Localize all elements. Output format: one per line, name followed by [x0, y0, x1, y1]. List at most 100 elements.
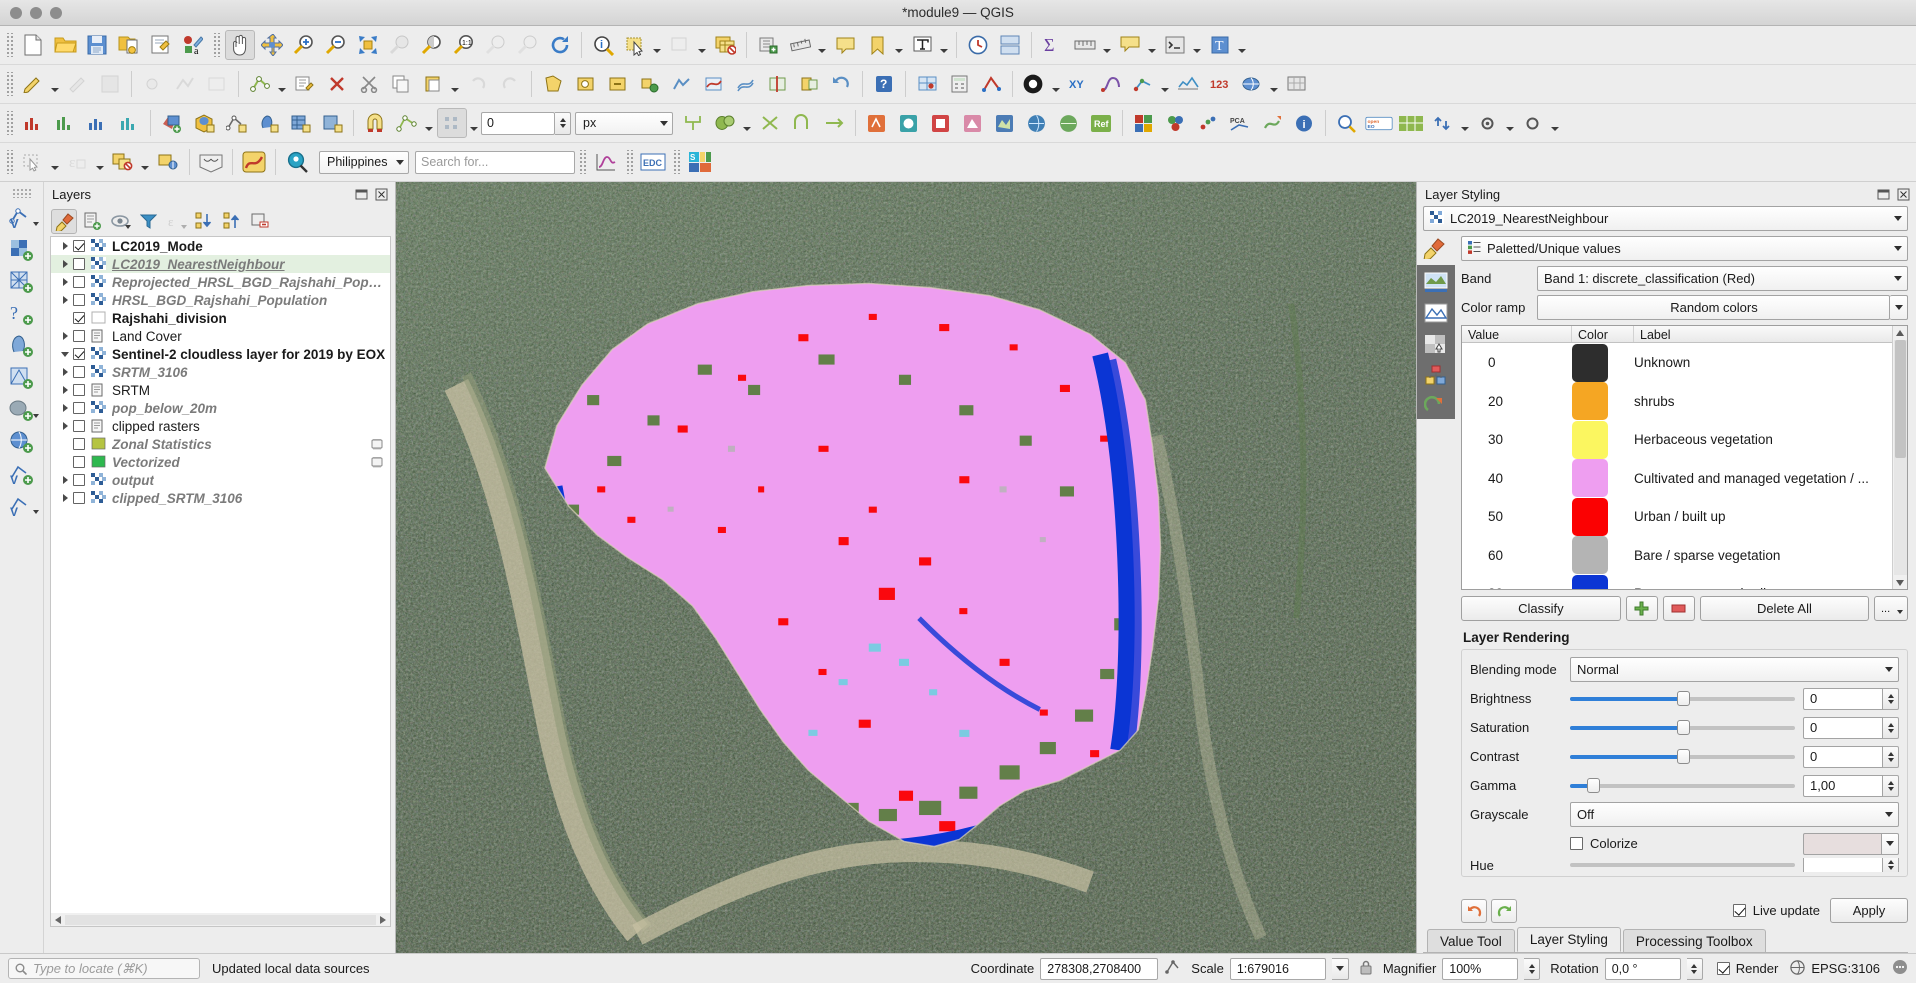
measure-dropdown[interactable] [816, 30, 828, 60]
select-within-icon[interactable] [153, 147, 183, 177]
expand-arrow-icon[interactable] [57, 368, 73, 376]
deselect-dropdown[interactable] [696, 30, 708, 60]
undo-edit-icon[interactable] [463, 69, 493, 99]
snapping-units-combo[interactable]: px [575, 111, 673, 135]
enable-tracing-icon[interactable] [755, 108, 785, 138]
delete-selected-icon[interactable] [322, 69, 352, 99]
contrast-stepper[interactable] [1883, 745, 1899, 768]
plot-tool-icon[interactable] [591, 147, 621, 177]
histogram-cyan-icon[interactable] [114, 108, 144, 138]
plugin-gear-dropdown[interactable] [1504, 108, 1516, 138]
layer-tree-hscrollbar[interactable] [50, 913, 391, 927]
measure-line-icon[interactable] [785, 30, 815, 60]
zoom-to-selection-icon[interactable] [385, 30, 415, 60]
processing-algorithm-badge-icon[interactable] [370, 456, 384, 468]
fill-ring-icon[interactable] [602, 69, 632, 99]
openeo-icon[interactable]: open EO [1364, 108, 1394, 138]
bottom-tab-value-tool[interactable]: Value Tool [1427, 929, 1515, 952]
spline-icon[interactable] [1096, 69, 1126, 99]
save-project-as-icon[interactable] [114, 30, 144, 60]
toolbar-grip[interactable] [5, 150, 14, 174]
window-controls[interactable] [0, 6, 62, 19]
rotate-feature-icon[interactable] [826, 69, 856, 99]
class-label[interactable]: shrubs [1634, 394, 1892, 409]
style-manager-icon[interactable]: a [178, 30, 208, 60]
bottom-panel-tabs[interactable]: Value Tool Layer Styling Processing Toolbo… [1423, 926, 1908, 953]
help-icon[interactable]: ? [869, 69, 899, 99]
vertex-tool-dropdown[interactable] [276, 69, 288, 99]
apply-button[interactable]: Apply [1830, 898, 1908, 923]
trim-extend-icon[interactable] [819, 108, 849, 138]
undock-panel-button[interactable] [354, 187, 369, 202]
offset-curve-icon[interactable] [730, 69, 760, 99]
split-features-icon[interactable] [762, 69, 792, 99]
class-label[interactable]: Permanent water bodies [1634, 586, 1892, 589]
layer-visibility-checkbox[interactable] [73, 258, 85, 270]
histogram-tab-icon[interactable] [1421, 331, 1451, 357]
network-icon[interactable] [1128, 69, 1158, 99]
plugin-updown-icon[interactable] [1428, 108, 1458, 138]
snapping-vertex-dropdown[interactable] [423, 108, 435, 138]
open-layer-styling-panel-button[interactable] [51, 208, 77, 234]
save-layer-edits-icon[interactable] [95, 69, 125, 99]
renderer-type-combo[interactable]: Paletted/Unique values [1461, 236, 1908, 261]
class-value[interactable]: 80 [1462, 586, 1572, 589]
plugin-gear-icon[interactable] [1473, 108, 1503, 138]
layer-visibility-checkbox[interactable] [73, 330, 85, 342]
class-value[interactable]: 20 [1462, 394, 1572, 409]
add-db2-layer-icon[interactable] [5, 394, 39, 425]
add-wms-layer-icon[interactable] [5, 426, 39, 457]
styling-layer-combo[interactable]: LC2019_NearestNeighbour [1423, 206, 1908, 231]
select-rect-dropdown[interactable] [49, 147, 61, 177]
layer-tree-item[interactable]: clipped rasters [51, 417, 390, 435]
maximize-window-button[interactable] [50, 6, 62, 19]
reshape-features-icon[interactable] [698, 69, 728, 99]
layer-tree-item[interactable]: LC2019_NearestNeighbour [51, 255, 390, 273]
refresh-map-icon[interactable] [545, 30, 575, 60]
bottom-tab-processing-toolbox[interactable]: Processing Toolbox [1622, 929, 1766, 952]
shortest-path-icon[interactable] [976, 69, 1006, 99]
zoom-in-icon[interactable] [289, 30, 319, 60]
color-ramp-dropdown[interactable] [1890, 295, 1908, 320]
layer-visibility-checkbox[interactable] [73, 474, 85, 486]
vertex-tool-icon[interactable] [245, 69, 275, 99]
python-console-icon[interactable] [1160, 30, 1190, 60]
text-tool-icon[interactable]: T [1205, 30, 1235, 60]
edc-plugin-icon[interactable]: EDC [638, 147, 668, 177]
class-value[interactable]: 40 [1462, 471, 1572, 486]
filter-legend-expression-button[interactable]: ε [163, 209, 189, 234]
saturation-slider[interactable] [1570, 719, 1795, 737]
magnifier-stepper[interactable] [1524, 957, 1541, 980]
add-polyline-layer-icon[interactable]: V [5, 202, 39, 233]
filter-legend-button[interactable] [135, 209, 161, 234]
crs-globe-icon[interactable] [1790, 959, 1806, 978]
gamma-value[interactable]: 1,00 [1803, 774, 1883, 797]
layer-tree-item[interactable]: Reprojected_HRSL_BGD_Rajshahi_Population [51, 273, 390, 291]
map-tips-icon[interactable] [830, 30, 860, 60]
class-color-swatch[interactable] [1572, 536, 1608, 575]
current-edits-icon[interactable] [18, 69, 48, 99]
curve-red-icon[interactable] [239, 147, 269, 177]
add-wfs-layer-icon[interactable]: V [5, 458, 39, 489]
layer-tree-item[interactable]: Vectorized [51, 453, 390, 471]
toolbar-grip[interactable] [578, 150, 587, 174]
network-dropdown[interactable] [1159, 69, 1171, 99]
class-value[interactable]: 50 [1462, 509, 1572, 524]
paste-dropdown[interactable] [449, 69, 461, 99]
layer-visibility-checkbox[interactable] [73, 438, 85, 450]
expand-all-button[interactable] [191, 209, 217, 234]
layer-tree-item[interactable]: pop_below_20m [51, 399, 390, 417]
project-properties-icon[interactable] [146, 30, 176, 60]
mesh-layer-icon[interactable] [1019, 69, 1049, 99]
class-row[interactable]: 80 Permanent water bodies [1462, 574, 1892, 589]
layer-tree-item[interactable]: Zonal Statistics [51, 435, 390, 453]
expand-arrow-icon[interactable] [57, 260, 73, 268]
layer-tree-item[interactable]: Land Cover [51, 327, 390, 345]
hue-slider[interactable] [1570, 858, 1795, 872]
layer-visibility-checkbox[interactable] [73, 312, 85, 324]
plugin-red-icon[interactable] [926, 108, 956, 138]
pca-icon[interactable]: PCA [1225, 108, 1255, 138]
text-annotation-icon[interactable] [907, 30, 937, 60]
grayscale-combo[interactable]: Off [1570, 802, 1899, 827]
scroll-left-arrow[interactable] [52, 914, 64, 926]
